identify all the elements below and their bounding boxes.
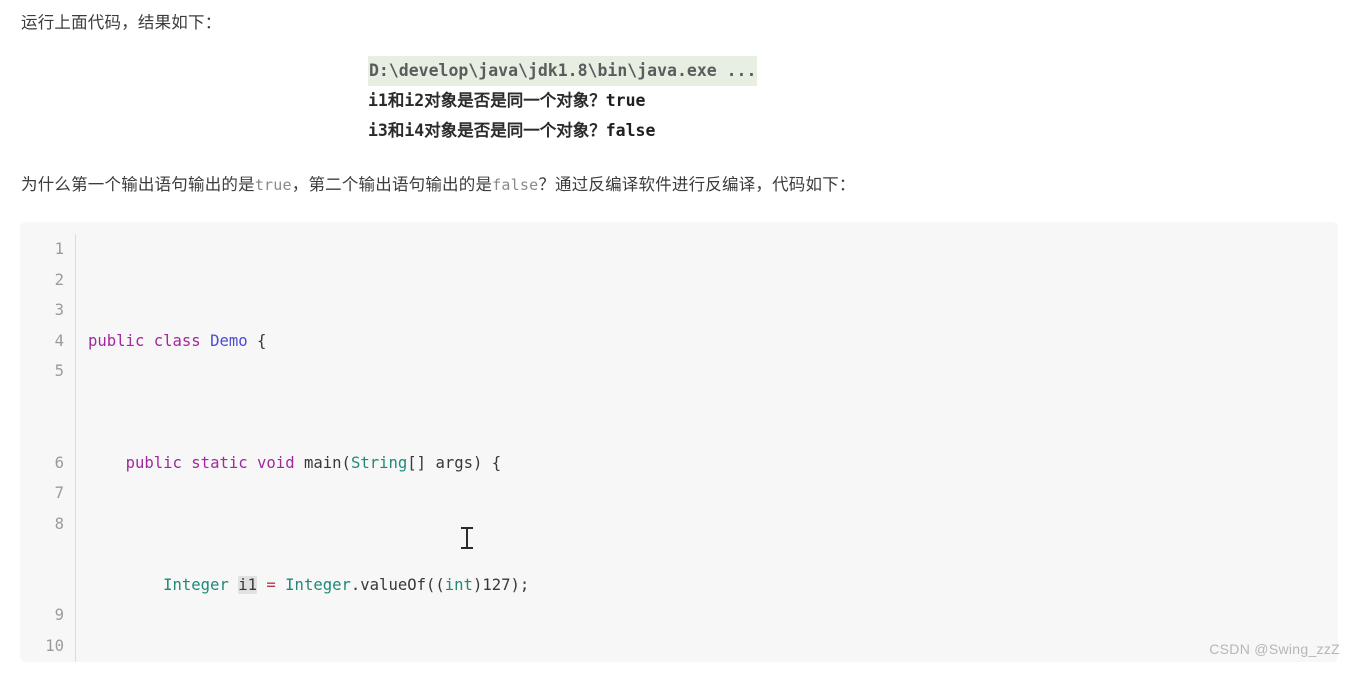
paren-open: ( <box>341 453 351 472</box>
code-block[interactable]: 1 2 3 4 5 6 7 8 9 10 public class Demo {… <box>20 222 1338 662</box>
brace-open: { <box>257 331 267 350</box>
intro-paragraph: 运行上面代码，结果如下： <box>21 9 221 33</box>
console-output-line-1: i1和i2对象是否是同一个对象？true <box>368 86 757 116</box>
paren-close: ) <box>473 453 483 472</box>
method-name-main: main <box>303 453 342 472</box>
brace-open: { <box>491 453 502 472</box>
class-name-demo: Demo <box>210 331 248 350</box>
operator-assign: = <box>266 575 276 594</box>
line-number: 1 <box>54 240 64 258</box>
variable-i1-highlighted[interactable]: i1 <box>238 575 257 594</box>
console-line2-label: i3和i4对象是否是同一个对象？ <box>368 121 606 140</box>
line-number: 4 <box>54 331 64 350</box>
code-line-1: public class Demo { <box>88 326 1338 357</box>
array-brackets: [] <box>407 453 427 472</box>
question-text-part2: ，第二个输出语句输出的是 <box>291 176 493 194</box>
keyword-void: void <box>257 453 295 472</box>
paren-open: ( <box>435 575 445 594</box>
type-integer: Integer <box>163 575 229 594</box>
paren-close: ) <box>472 575 483 594</box>
intro-text: 运行上面代码，结果如下： <box>21 14 222 32</box>
console-line1-value: true <box>605 91 646 110</box>
line-number: 2 <box>54 270 64 289</box>
line-number: 7 <box>54 484 64 502</box>
keyword-static: static <box>191 453 248 472</box>
inline-code-true: true <box>254 176 292 194</box>
statement-end: ); <box>510 575 530 594</box>
keyword-class: class <box>153 331 201 350</box>
console-line1-label: i1和i2对象是否是同一个对象？ <box>368 91 606 110</box>
number-127: 127 <box>482 575 511 594</box>
type-string: String <box>350 453 408 472</box>
line-number: 8 <box>54 514 64 533</box>
question-text-part3: ？通过反编译软件进行反编译，代码如下： <box>538 176 856 194</box>
question-text-part1: 为什么第一个输出语句输出的是 <box>21 176 255 194</box>
code-line-number-gutter: 1 2 3 4 5 6 7 8 9 10 <box>20 234 76 662</box>
code-line-3: Integer i1 = Integer.valueOf((int)127); <box>88 570 1338 601</box>
console-command-line: D:\develop\java\jdk1.8\bin\java.exe ... <box>368 56 758 86</box>
code-block-inner: 1 2 3 4 5 6 7 8 9 10 public class Demo {… <box>20 222 1338 662</box>
line-number: 5 <box>54 362 64 380</box>
console-output-line-2: i3和i4对象是否是同一个对象？false <box>368 116 757 146</box>
csdn-watermark: CSDN @Swing_zzZ <box>1209 641 1340 657</box>
line-number: 3 <box>54 301 64 319</box>
keyword-public: public <box>88 331 145 350</box>
question-paragraph: 为什么第一个输出语句输出的是true，第二个输出语句输出的是false？通过反编… <box>21 171 856 195</box>
type-integer: Integer <box>285 575 351 594</box>
inline-code-false: false <box>492 176 539 194</box>
console-line2-value: false <box>605 121 656 140</box>
line-number: 10 <box>45 636 64 655</box>
param-args: args <box>435 453 474 472</box>
console-output-block: D:\develop\java\jdk1.8\bin\java.exe ... … <box>368 56 758 146</box>
method-valueof: .valueOf( <box>350 575 436 594</box>
line-number: 6 <box>54 453 64 472</box>
keyword-public: public <box>125 453 182 472</box>
code-content-area[interactable]: public class Demo { public static void m… <box>76 234 1338 662</box>
code-line-2: public static void main(String[] args) { <box>88 448 1338 479</box>
line-number: 9 <box>54 606 64 624</box>
type-int: int <box>444 575 473 594</box>
